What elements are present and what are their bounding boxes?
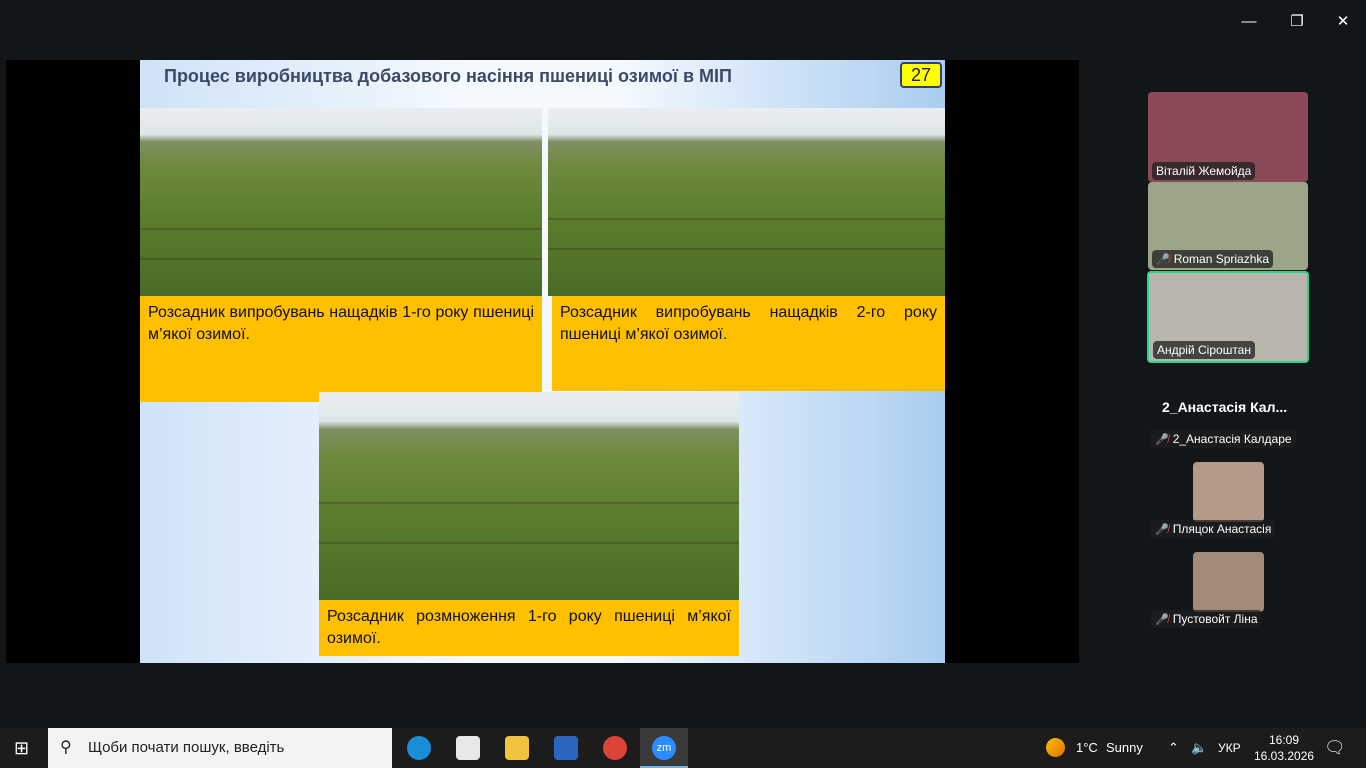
slide: Процес виробництва добазового насіння пш… (140, 60, 945, 663)
weather-temp[interactable]: 1°C (1076, 728, 1098, 768)
participant-tile[interactable]: Віталій Жемойда (1148, 92, 1308, 182)
file-explorer-icon[interactable] (505, 736, 529, 760)
search-box[interactable]: ⚲ Щоби почати пошук, введіть (48, 728, 392, 768)
participant-thumbnail[interactable] (1193, 462, 1264, 522)
caption-1: Розсадник випробувань нащадків 1-го року… (140, 296, 542, 402)
participant-name: 2_Анастасія Калдаре (1172, 432, 1292, 446)
time: 16:09 (1268, 733, 1300, 747)
participant-name: Roman Spriazhka (1173, 252, 1270, 266)
section-title: 2_Анастасія Кал... (1162, 399, 1288, 415)
slide-title: Процес виробництва добазового насіння пш… (164, 66, 732, 86)
slide-number: 27 (900, 62, 942, 88)
weather-sun-icon (1046, 738, 1065, 757)
participant-tile-active-speaker[interactable]: Андрій Сіроштан (1147, 271, 1309, 363)
search-placeholder: Щоби почати пошук, введіть (88, 739, 285, 756)
minimize-button[interactable]: — (1234, 8, 1264, 36)
participant-name: Пустовойт Ліна (1172, 612, 1258, 626)
date: 16.03.2026 (1254, 749, 1315, 763)
participant-name-badge[interactable]: 🎤̸ 2_Анастасія Калдаре (1151, 430, 1296, 448)
participant-name: Віталій Жемойда (1152, 162, 1256, 180)
mic-muted-icon: 🎤̸ (1156, 254, 1170, 266)
participant-name-badge[interactable]: 🎤̸ Пустовойт Ліна (1151, 610, 1262, 628)
participant-name-badge[interactable]: 🎤̸ Пляцок Анастасія (1151, 520, 1276, 538)
weather-text[interactable]: Sunny (1106, 728, 1143, 768)
edge-icon[interactable] (407, 736, 431, 760)
field-photo-2 (548, 108, 945, 296)
taskbar: ⊞ ⚲ Щоби почати пошук, введіть zm 1°C Su… (0, 728, 1366, 768)
notifications-icon[interactable]: 🗨 (1324, 728, 1346, 768)
field-photo-3 (319, 392, 739, 600)
mic-muted-icon: 🎤̸ (1155, 524, 1169, 536)
language-indicator[interactable]: УКР (1218, 728, 1241, 768)
chrome-icon[interactable] (603, 736, 627, 760)
mic-muted-icon: 🎤̸ (1155, 614, 1169, 626)
clock[interactable]: 16:09 16.03.2026 (1254, 732, 1314, 764)
field-photo-1 (140, 108, 542, 296)
windows-start-icon[interactable]: ⊞ (14, 728, 29, 768)
zoom-taskbar-button[interactable]: zm (640, 728, 688, 768)
search-icon: ⚲ (60, 739, 72, 756)
volume-icon[interactable]: 🔈 (1191, 728, 1207, 768)
word-icon[interactable] (554, 736, 578, 760)
participant-name: Андрій Сіроштан (1153, 341, 1255, 359)
restore-button[interactable]: ❐ (1282, 8, 1312, 36)
tray-chevron-icon[interactable]: ⌃ (1168, 728, 1179, 768)
caption-2: Розсадник випробувань нащадків 2-го року… (552, 296, 945, 391)
close-button[interactable]: ✕ (1328, 8, 1358, 36)
store-icon[interactable] (456, 736, 480, 760)
participant-tile[interactable]: 🎤̸ Roman Spriazhka (1148, 182, 1308, 270)
mic-muted-icon: 🎤̸ (1155, 434, 1169, 446)
participant-thumbnail[interactable] (1193, 552, 1264, 612)
participant-name: Пляцок Анастасія (1172, 522, 1272, 536)
caption-3: Розсадник розмноження 1-го року пшениці … (319, 600, 739, 656)
zoom-icon: zm (652, 736, 676, 760)
